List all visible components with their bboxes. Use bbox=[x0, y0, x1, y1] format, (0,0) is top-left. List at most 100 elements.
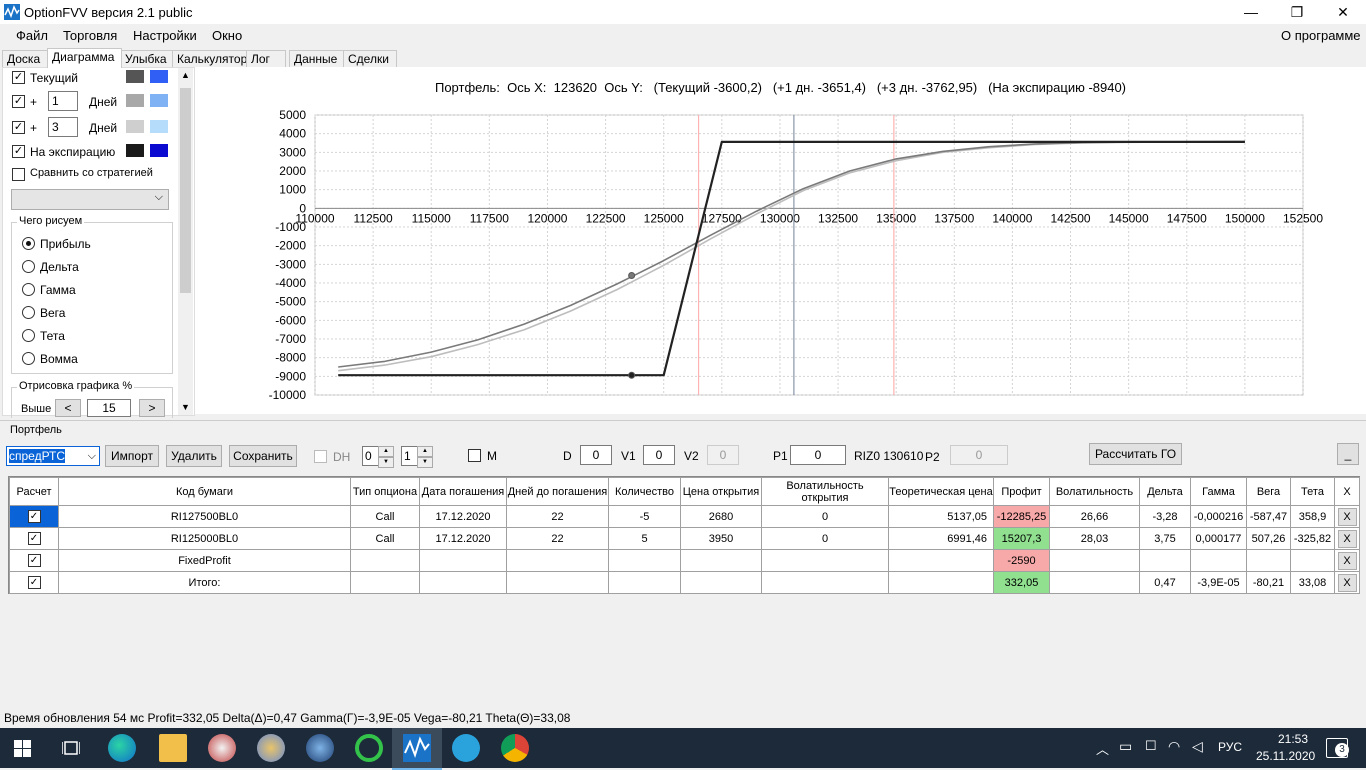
spin1-arrows[interactable]: ▲ ▼ bbox=[378, 446, 394, 468]
menu-window[interactable]: Окно bbox=[212, 28, 242, 43]
battery-icon[interactable]: ▭ bbox=[1119, 738, 1132, 755]
row-calc-checkbox[interactable]: ✓ bbox=[27, 510, 41, 523]
col-date[interactable]: Дата погашения bbox=[419, 477, 507, 506]
above-increase-button[interactable]: > bbox=[139, 399, 165, 417]
tab-data[interactable]: Данные bbox=[289, 50, 345, 67]
tab-log[interactable]: Лог bbox=[246, 50, 286, 67]
table-row[interactable]: ✓ Итого: 332,05 0,47 -3,9E-05 -80,21 33,… bbox=[9, 571, 1360, 594]
telegram-icon[interactable] bbox=[452, 734, 480, 762]
spin2-down-icon[interactable]: ▼ bbox=[417, 457, 433, 468]
menu-settings[interactable]: Настройки bbox=[133, 28, 197, 43]
left-panel-scrollbar[interactable]: ▲ ▼ bbox=[178, 68, 193, 415]
close-button[interactable]: ✕ bbox=[1320, 0, 1366, 24]
plus3-checkbox[interactable]: ✓ bbox=[12, 121, 25, 134]
row-open[interactable] bbox=[680, 549, 762, 572]
optionfvv-task-button[interactable] bbox=[392, 728, 442, 770]
row-delete-button[interactable]: X bbox=[1337, 529, 1357, 548]
row-calc-cell[interactable]: ✓ bbox=[9, 549, 59, 572]
m-checkbox[interactable] bbox=[468, 449, 481, 462]
radio-delta[interactable] bbox=[22, 260, 35, 273]
app-icon-1[interactable] bbox=[208, 734, 236, 762]
row-calc-checkbox[interactable]: ✓ bbox=[27, 532, 41, 545]
col-days[interactable]: Дней до погашения bbox=[506, 477, 609, 506]
scrollbar-thumb[interactable] bbox=[180, 88, 191, 293]
edge-icon[interactable] bbox=[108, 734, 136, 762]
minimize-button[interactable]: — bbox=[1228, 0, 1274, 24]
row-delete-button[interactable]: X bbox=[1337, 551, 1357, 570]
minimize-panel-button[interactable]: _ bbox=[1337, 443, 1359, 465]
plus1-checkbox[interactable]: ✓ bbox=[12, 95, 25, 108]
app-icon-2[interactable] bbox=[306, 734, 334, 762]
delete-button[interactable]: Удалить bbox=[166, 445, 222, 467]
notification-icon[interactable]: 3 bbox=[1326, 738, 1349, 758]
radio-vega[interactable] bbox=[22, 306, 35, 319]
plus1-color-1[interactable] bbox=[126, 94, 144, 107]
strategy-dropdown[interactable]: ⌵ bbox=[11, 189, 169, 210]
radio-gamma[interactable] bbox=[22, 283, 35, 296]
menu-trading[interactable]: Торговля bbox=[63, 28, 117, 43]
language-indicator[interactable]: РУС bbox=[1218, 740, 1242, 754]
expiry-checkbox[interactable]: ✓ bbox=[12, 145, 25, 158]
plus3-days-input[interactable]: 3 bbox=[48, 117, 78, 137]
quik-icon[interactable] bbox=[355, 734, 383, 762]
payoff-chart[interactable]: 500040003000200010000-1000-2000-3000-400… bbox=[195, 67, 1366, 414]
v1-input[interactable]: 0 bbox=[643, 445, 675, 465]
above-decrease-button[interactable]: < bbox=[55, 399, 81, 417]
col-type[interactable]: Тип опциона bbox=[350, 477, 420, 506]
spin1-down-icon[interactable]: ▼ bbox=[378, 457, 394, 468]
clock-date[interactable]: 25.11.2020 bbox=[1256, 749, 1315, 763]
expiry-color-2[interactable] bbox=[150, 144, 168, 157]
current-checkbox[interactable]: ✓ bbox=[12, 71, 25, 84]
row-vol-open[interactable]: 0 bbox=[761, 505, 889, 528]
plus3-color-1[interactable] bbox=[126, 120, 144, 133]
file-explorer-icon[interactable] bbox=[159, 734, 187, 762]
expiry-color-1[interactable] bbox=[126, 144, 144, 157]
table-row[interactable]: ✓ FixedProfit -2590 X bbox=[9, 549, 1360, 572]
current-color-1[interactable] bbox=[126, 70, 144, 83]
tab-diagram[interactable]: Диаграмма bbox=[47, 48, 122, 68]
row-open[interactable] bbox=[680, 571, 762, 594]
task-view-icon[interactable] bbox=[62, 739, 80, 757]
row-calc-cell[interactable]: ✓ bbox=[9, 571, 59, 594]
radio-theta[interactable] bbox=[22, 329, 35, 342]
table-row[interactable]: ✓ RI127500BL0 Call 17.12.2020 22 -5 2680… bbox=[9, 505, 1360, 528]
radio-profit[interactable] bbox=[22, 237, 35, 250]
col-open-vol[interactable]: Волатильность открытия bbox=[761, 477, 889, 506]
row-qty[interactable]: 5 bbox=[608, 527, 681, 550]
tab-calculator[interactable]: Калькулятор bbox=[172, 50, 248, 67]
row-vol-open[interactable] bbox=[761, 549, 889, 572]
plus1-days-input[interactable]: 1 bbox=[48, 91, 78, 111]
col-gamma[interactable]: Гамма bbox=[1190, 477, 1247, 506]
row-open[interactable]: 2680 bbox=[680, 505, 762, 528]
plus1-color-2[interactable] bbox=[150, 94, 168, 107]
tab-board[interactable]: Доска bbox=[2, 50, 51, 67]
chrome-icon[interactable] bbox=[501, 734, 529, 762]
volume-icon[interactable]: ◁ bbox=[1192, 738, 1203, 755]
row-vol-open[interactable] bbox=[761, 571, 889, 594]
above-percent-input[interactable]: 15 bbox=[87, 399, 131, 417]
col-open-price[interactable]: Цена открытия bbox=[680, 477, 762, 506]
compare-checkbox[interactable] bbox=[12, 168, 25, 181]
paint-icon[interactable] bbox=[257, 734, 285, 762]
tray-chevron-icon[interactable]: ︿ bbox=[1096, 739, 1109, 758]
row-calc-checkbox[interactable]: ✓ bbox=[27, 554, 41, 567]
row-calc-checkbox[interactable]: ✓ bbox=[27, 576, 41, 589]
tab-smile[interactable]: Улыбка bbox=[120, 50, 174, 67]
col-qty[interactable]: Количество bbox=[608, 477, 681, 506]
col-calc[interactable]: Расчет bbox=[9, 477, 59, 506]
windows-start-icon[interactable] bbox=[14, 740, 31, 757]
row-open[interactable]: 3950 bbox=[680, 527, 762, 550]
row-delete-button[interactable]: X bbox=[1337, 573, 1357, 592]
spin1-up-icon[interactable]: ▲ bbox=[378, 446, 394, 457]
maximize-button[interactable]: ❐ bbox=[1274, 0, 1320, 24]
col-theo-price[interactable]: Теоретическая цена bbox=[888, 477, 994, 506]
portfolio-combo[interactable]: спредРТС ⌵ bbox=[6, 446, 100, 466]
clock-time[interactable]: 21:53 bbox=[1268, 732, 1318, 746]
plus3-color-2[interactable] bbox=[150, 120, 168, 133]
col-vol[interactable]: Волатильность bbox=[1049, 477, 1140, 506]
row-vol-open[interactable]: 0 bbox=[761, 527, 889, 550]
row-qty[interactable] bbox=[608, 571, 681, 594]
tab-deals[interactable]: Сделки bbox=[343, 50, 397, 67]
row-delete-button[interactable]: X bbox=[1337, 507, 1357, 526]
col-code[interactable]: Код бумаги bbox=[58, 477, 351, 506]
